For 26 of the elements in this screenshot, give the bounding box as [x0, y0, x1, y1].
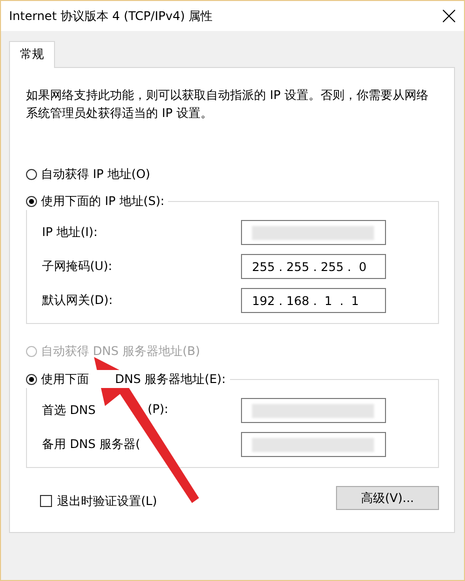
- field-label: (P):: [148, 402, 168, 418]
- input-field[interactable]: [241, 398, 386, 423]
- checkbox[interactable]: [40, 495, 52, 507]
- input-field[interactable]: [241, 432, 386, 457]
- advanced-button[interactable]: 高级(V)...: [336, 486, 439, 510]
- input-field[interactable]: 255 . 255 . 255 . 0: [241, 254, 386, 279]
- field-label: 子网掩码(U):: [42, 259, 112, 273]
- input-field[interactable]: 192 . 168 . 1 . 1: [241, 288, 386, 313]
- field-label: 首选 DNS: [42, 402, 96, 419]
- field-label: 备用 DNS 服务器(: [42, 436, 140, 453]
- radio-label: 自动获得 IP 地址(O): [41, 166, 150, 182]
- radio-button[interactable]: [26, 168, 37, 180]
- field-label: 自动获得 DNS 服务器地址(B): [41, 342, 200, 360]
- field-label: 默认网关(D):: [42, 293, 113, 307]
- window-title: Internet 协议版本 4 (TCP/IPv4) 属性: [9, 8, 213, 24]
- tab[interactable]: 常规: [9, 41, 55, 68]
- field-label: DNS 服务器地址(E):: [115, 370, 226, 388]
- radio-button[interactable]: [26, 374, 37, 384]
- field-label: 使用下面: [41, 370, 89, 388]
- radio-button[interactable]: [26, 196, 37, 206]
- field-label: IP 地址(I):: [42, 225, 98, 239]
- input-field[interactable]: [241, 220, 386, 245]
- close-icon[interactable]: [442, 9, 456, 23]
- description-text: 如果网络支持此功能，则可以获取自动指派的 IP 设置。否则，你需要从网络系统管理员处获得适当的 IP 设置。: [26, 87, 430, 122]
- checkbox-label: 退出时验证设置(L): [57, 492, 158, 510]
- radio-label: 使用下面的 IP 地址(S):: [41, 192, 164, 210]
